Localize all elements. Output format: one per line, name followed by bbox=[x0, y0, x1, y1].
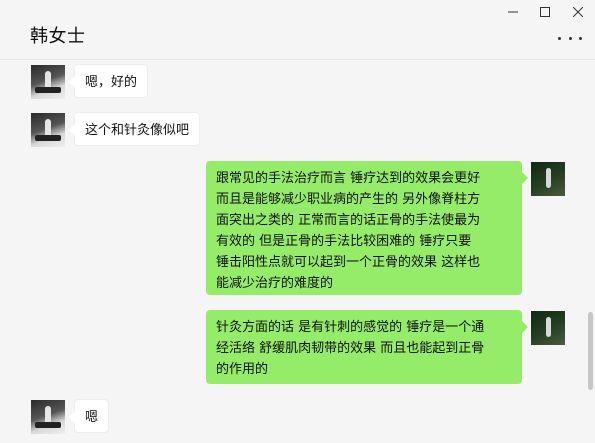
contact-avatar[interactable] bbox=[31, 113, 65, 147]
self-avatar[interactable] bbox=[531, 311, 565, 345]
message-list[interactable]: 嗯，好的 这个和针灸像似吧 跟常见的手法治疗而言 锤疗达到的效果会更好 而且是能… bbox=[0, 60, 595, 443]
dot bbox=[568, 36, 572, 40]
minimize-icon bbox=[508, 11, 518, 13]
close-button[interactable] bbox=[563, 0, 593, 24]
title-bar: 韩女士 bbox=[0, 0, 595, 60]
chat-title: 韩女士 bbox=[30, 26, 86, 47]
message-bubble-outgoing: 针灸方面的话 是有针刺的感觉的 锤疗是一个通 经活络 舒缓肌肉韧带的效果 而且也… bbox=[206, 310, 528, 384]
dot bbox=[558, 36, 561, 40]
close-icon bbox=[573, 7, 583, 17]
dot bbox=[579, 36, 582, 40]
minimize-button[interactable] bbox=[498, 0, 528, 24]
more-dots-icon[interactable] bbox=[558, 32, 582, 44]
contact-avatar[interactable] bbox=[31, 400, 65, 434]
maximize-icon bbox=[540, 7, 550, 17]
scrollbar[interactable] bbox=[588, 312, 593, 390]
maximize-button[interactable] bbox=[530, 0, 560, 24]
message-bubble-outgoing: 跟常见的手法治疗而言 锤疗达到的效果会更好 而且是能够减少职业病的产生的 另外像… bbox=[206, 161, 528, 295]
chat-window: 韩女士 嗯，好的 这个和针灸像似吧 跟常见的手法治疗而言 锤疗达到的效果会更好 … bbox=[0, 0, 595, 443]
message-bubble-incoming: 这个和针灸像似吧 bbox=[68, 112, 201, 146]
contact-avatar[interactable] bbox=[31, 65, 65, 99]
self-avatar[interactable] bbox=[531, 162, 565, 196]
message-bubble-incoming: 嗯 bbox=[68, 399, 110, 433]
message-bubble-incoming: 嗯，好的 bbox=[68, 64, 149, 98]
